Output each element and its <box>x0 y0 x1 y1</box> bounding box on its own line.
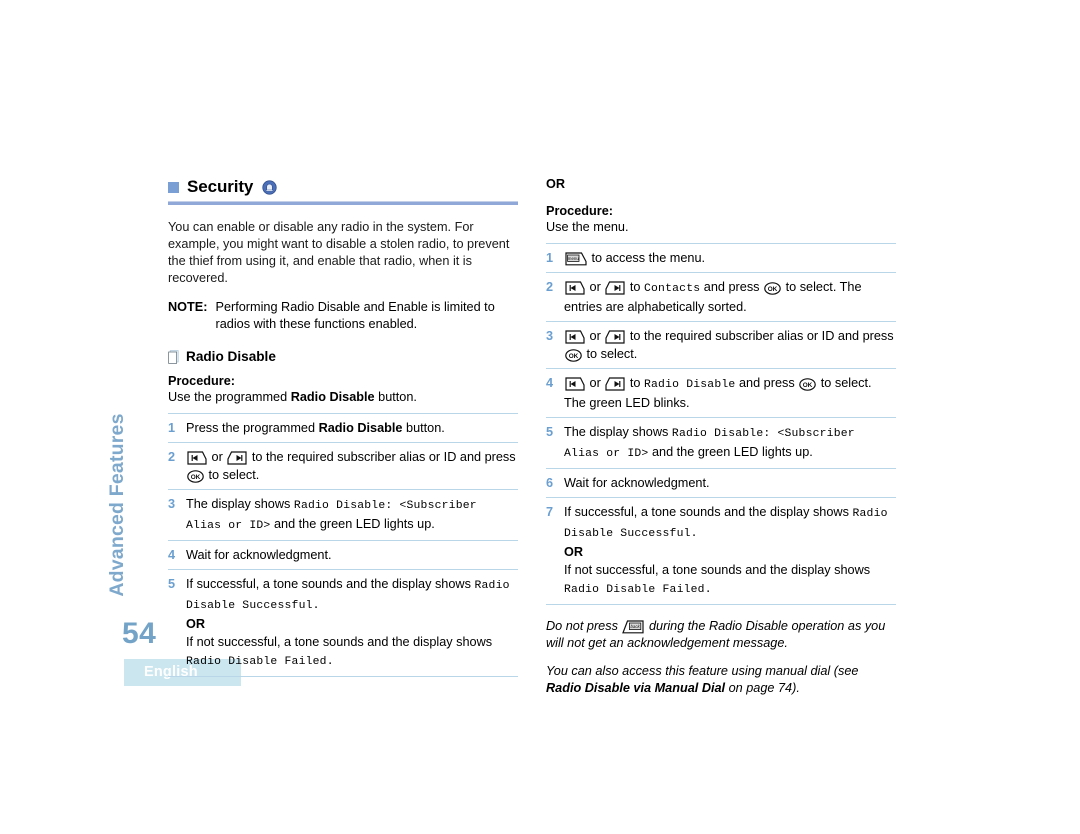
svg-text:OK: OK <box>803 382 813 389</box>
svg-text:menu: menu <box>568 256 580 261</box>
left-column: Security You can enable or disable any r… <box>168 176 518 677</box>
step-item: 3 or to the required subscriber alias or… <box>546 321 896 368</box>
step-item: 1 menu to access the menu. <box>546 243 896 272</box>
step-number: 5 <box>546 425 554 439</box>
step-text: The display shows Radio Disable: <Subscr… <box>186 497 477 532</box>
procedure-label-right: Procedure: <box>546 204 613 218</box>
step-item: 1 Press the programmed Radio Disable butt… <box>168 413 518 442</box>
step-list-left: 1 Press the programmed Radio Disable butt… <box>168 413 518 677</box>
left-arrow-key-icon <box>565 377 585 391</box>
emphasis-text: Radio Disable <box>318 421 403 435</box>
display-text: Radio Disable Failed. <box>564 584 712 596</box>
step-number: 6 <box>546 476 554 490</box>
display-text: Radio Disable Successful. <box>186 580 510 612</box>
italic-note: Do not press back during the Radio Disab… <box>546 619 886 650</box>
svg-text:OK: OK <box>191 474 201 481</box>
note-label: NOTE: <box>168 300 208 314</box>
right-arrow-key-icon <box>605 330 625 344</box>
left-arrow-key-icon <box>565 330 585 344</box>
step-item: 2 or to Contacts and press OK to select.… <box>546 272 896 321</box>
step-number: 7 <box>546 505 554 519</box>
svg-text:OK: OK <box>768 286 778 293</box>
display-text: Contacts <box>643 283 701 295</box>
procedure-label-left: Procedure: <box>168 374 235 388</box>
sidebar-section-label: Advanced Features <box>106 413 128 597</box>
ok-key-icon: OK <box>764 282 781 295</box>
page-number: 54 <box>122 617 157 650</box>
step-number: 3 <box>168 497 176 511</box>
step-text: Wait for acknowledgment. <box>564 476 710 490</box>
document-page-icon <box>168 349 179 364</box>
left-arrow-key-icon <box>187 451 207 465</box>
procedure-lead-prefix: Use the programmed <box>168 390 291 404</box>
step-text: Press the programmed Radio Disable butto… <box>186 421 445 435</box>
step-number: 1 <box>546 251 554 265</box>
back-key-icon: back <box>622 620 645 634</box>
note-block: NOTE: Performing Radio Disable and Enabl… <box>168 299 518 333</box>
step-item: 4 or to Radio Disable and press OK to se… <box>546 368 896 417</box>
left-arrow-key-icon <box>565 281 585 295</box>
step-text: If successful, a tone sounds and the dis… <box>564 505 888 596</box>
procedure-lead-bold: Radio Disable <box>290 390 375 404</box>
display-text: Radio Disable <box>643 379 736 391</box>
step-text: or to Contacts and press OK to select. T… <box>564 280 862 314</box>
step-text: Wait for acknowledgment. <box>186 548 332 562</box>
ok-key-icon: OK <box>799 378 817 391</box>
emphasis-text: Radio Disable via Manual Dial <box>546 681 726 695</box>
step-number: 2 <box>546 280 554 294</box>
right-arrow-key-icon <box>605 281 625 295</box>
svg-text:OK: OK <box>569 353 579 360</box>
step-item: 5 The display shows Radio Disable: <Subsc… <box>546 417 896 468</box>
step-number: 3 <box>546 329 554 343</box>
right-arrow-key-icon <box>605 377 625 391</box>
procedure-lead-suffix: button. <box>374 390 417 404</box>
document-page: Advanced Features 54 English Security Yo… <box>0 0 1080 834</box>
subsection-header: Radio Disable <box>168 349 518 364</box>
step-number: 5 <box>168 577 176 591</box>
display-text: Radio Disable: <Subscriber Alias or ID> <box>564 428 855 460</box>
section-header: Security <box>168 176 518 198</box>
menu-key-icon: menu <box>565 252 587 266</box>
step-item: 2 or to the required subscriber alias or… <box>168 442 518 489</box>
or-separator-inline: OR <box>564 545 584 559</box>
procedure-lead-right: Use the menu. <box>546 220 629 234</box>
intro-paragraph: You can enable or disable any radio in t… <box>168 220 510 285</box>
procedure-lead-left: Use the programmed Radio Disable button. <box>168 389 518 406</box>
step-list-right: 1 menu to access the menu. 2 or to Contact… <box>546 243 896 605</box>
display-text: Radio Disable: <Subscriber Alias or ID> <box>186 500 477 532</box>
step-text: or to the required subscriber alias or I… <box>564 327 896 363</box>
security-padlock-icon <box>262 179 277 195</box>
page-title: Security <box>187 177 254 196</box>
step-number: 4 <box>546 376 554 390</box>
right-column: OR Procedure: Use the menu. 1 menu to acc… <box>546 176 896 697</box>
step-text: or to Radio Disable and press OK to sele… <box>564 376 872 410</box>
or-separator: OR <box>546 177 566 191</box>
right-arrow-key-icon <box>227 451 247 465</box>
step-item: 5 If successful, a tone sounds and the di… <box>168 569 518 677</box>
italic-note: You can also access this feature using m… <box>546 664 859 695</box>
step-item: 6 Wait for acknowledgment. <box>546 468 896 497</box>
ok-key-icon: OK <box>187 470 204 483</box>
step-number: 2 <box>168 450 176 464</box>
or-separator-inline: OR <box>186 617 206 631</box>
italic-notes: Do not press back during the Radio Disab… <box>546 618 896 697</box>
section-divider <box>168 201 518 205</box>
subsection-title: Radio Disable <box>186 349 276 364</box>
step-text: If successful, a tone sounds and the dis… <box>186 577 510 668</box>
ok-key-icon: OK <box>565 349 582 362</box>
step-item: 3 The display shows Radio Disable: <Subsc… <box>168 489 518 540</box>
step-number: 1 <box>168 421 176 435</box>
display-text: Radio Disable Failed. <box>186 656 334 668</box>
step-text: menu to access the menu. <box>564 249 896 267</box>
step-item: 4 Wait for acknowledgment. <box>168 540 518 569</box>
step-text: The display shows Radio Disable: <Subscr… <box>564 425 855 460</box>
step-text: or to the required subscriber alias or I… <box>186 448 518 484</box>
note-text: Performing Radio Disable and Enable is l… <box>215 300 495 331</box>
step-number: 4 <box>168 548 176 562</box>
svg-text:back: back <box>631 624 641 629</box>
step-item: 7 If successful, a tone sounds and the di… <box>546 497 896 605</box>
display-text: Radio Disable Successful. <box>564 508 888 540</box>
section-bullet-icon <box>168 181 179 193</box>
